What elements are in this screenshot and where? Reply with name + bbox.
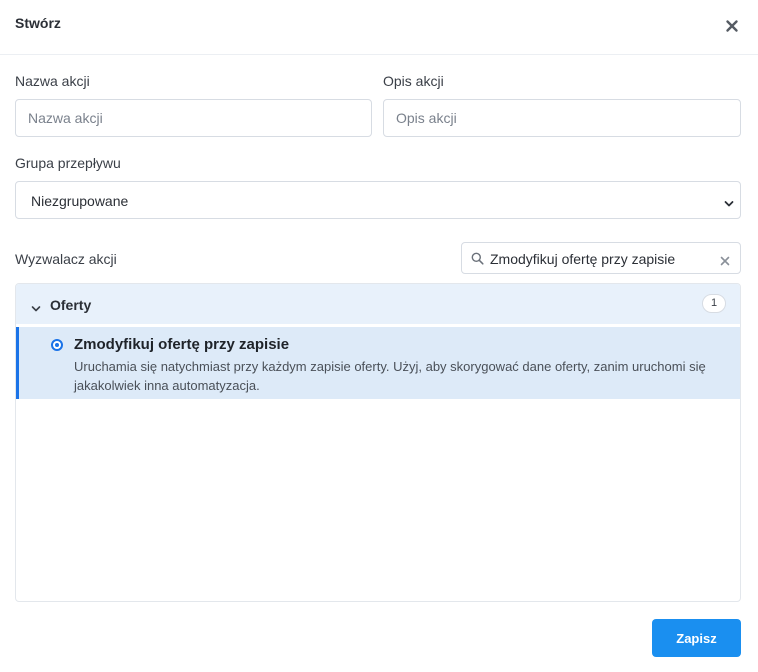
action-description-input[interactable] [383, 99, 741, 137]
flow-group-select[interactable]: Niezgrupowane [15, 181, 741, 219]
trigger-option-title: Zmodyfikuj ofertę przy zapisie [74, 336, 290, 353]
trigger-option[interactable]: Zmodyfikuj ofertę przy zapisie Uruchamia… [16, 327, 740, 399]
trigger-option-description: Uruchamia się natychmiast przy każdym za… [74, 359, 706, 393]
create-action-dialog: Stwórz Nazwa akcji Opis akcji Grupa prze… [0, 0, 758, 672]
chevron-down-icon [31, 300, 41, 312]
search-value: Zmodyfikuj ofertę przy zapisie [490, 251, 676, 267]
flow-group-label: Grupa przepływu [15, 155, 121, 171]
trigger-group-name: Oferty [50, 297, 92, 313]
flow-group-selected-value: Niezgrupowane [31, 193, 129, 209]
trigger-group-header[interactable]: Oferty 1 [16, 284, 740, 324]
trigger-search-input[interactable]: Zmodyfikuj ofertę przy zapisie [461, 242, 741, 274]
action-description-label: Opis akcji [383, 73, 444, 89]
trigger-group-count-badge: 1 [702, 294, 726, 313]
action-name-input[interactable] [15, 99, 372, 137]
save-button[interactable]: Zapisz [652, 619, 741, 657]
search-icon [471, 252, 484, 265]
trigger-label: Wyzwalacz akcji [15, 251, 117, 267]
dialog-title: Stwórz [15, 15, 61, 31]
clear-icon[interactable] [720, 253, 730, 266]
trigger-option-radio[interactable] [51, 339, 63, 351]
close-icon[interactable] [722, 16, 742, 36]
dialog-header: Stwórz [0, 0, 758, 55]
action-name-label: Nazwa akcji [15, 73, 90, 89]
chevron-down-icon [724, 196, 734, 207]
trigger-list: Oferty 1 Zmodyfikuj ofertę przy zapisie … [15, 283, 741, 602]
